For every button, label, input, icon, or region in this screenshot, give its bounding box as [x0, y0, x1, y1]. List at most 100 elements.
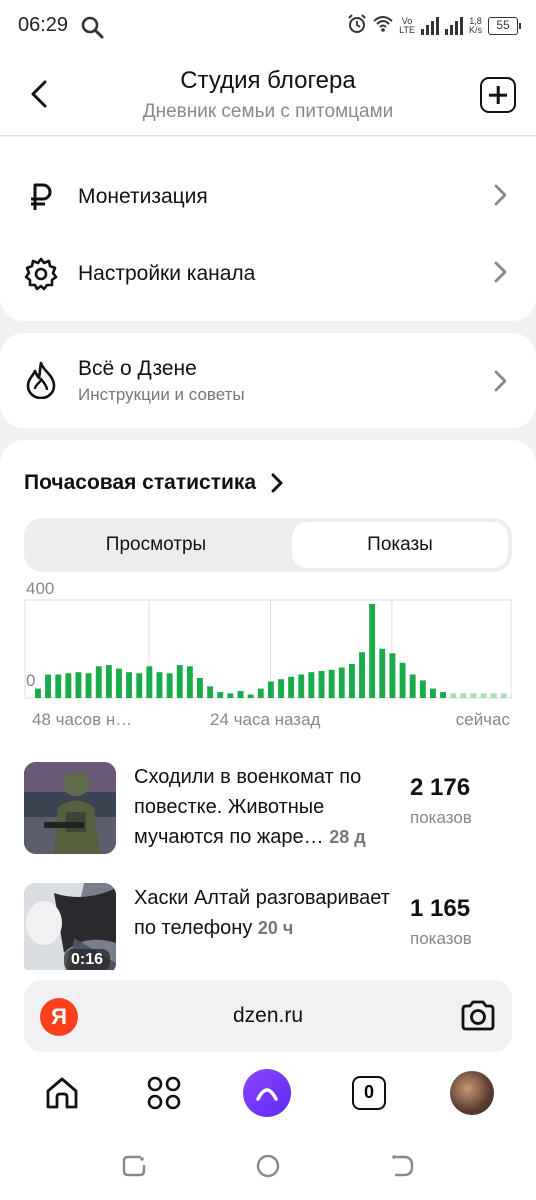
article-item[interactable]: Сходили в военкомат по повестке. Животны… [24, 762, 512, 854]
chart-bar [399, 662, 406, 699]
chart-bar [409, 674, 416, 698]
chart-bar [247, 694, 254, 698]
chart-bar [65, 673, 72, 698]
article-title: Хаски Алтай разговаривает по телефону 20… [134, 883, 398, 943]
signal-icon-2 [444, 16, 463, 35]
camera-icon[interactable] [458, 996, 498, 1036]
chart-bar [156, 672, 163, 698]
channel-name: Дневник семьи с питомцами [142, 101, 394, 122]
y-tick-label: 400 [26, 579, 54, 598]
wifi-icon [373, 15, 393, 36]
chart-bar [298, 674, 305, 698]
about-dzen-card[interactable]: Всё о Дзене Инструкции и советы [0, 333, 536, 428]
chart-bar [430, 688, 436, 698]
chart-bar [45, 674, 51, 698]
chevron-right-icon [492, 260, 508, 289]
article-age: 28 д [329, 827, 366, 847]
chart-bar [116, 668, 122, 698]
chart-bar [237, 691, 244, 698]
chart-bar [75, 672, 82, 698]
article-impressions-unit: показов [410, 808, 472, 827]
article-item[interactable]: 0:16 Хаски Алтай разговаривает по телефо… [24, 883, 512, 975]
signal-icon [420, 16, 439, 35]
chart-bar [349, 663, 355, 698]
hourly-stats-card: Почасовая статистика Просмотры Показы 40… [0, 440, 536, 980]
menu-item-label: Всё о Дзене [78, 357, 197, 380]
page-title: Студия блогера [180, 67, 356, 94]
browser-bottom-panel: Я dzen.ru 0 [0, 970, 536, 1200]
home-circle-icon[interactable] [254, 1152, 282, 1185]
chart-bar [379, 648, 386, 698]
recents-icon[interactable] [120, 1152, 148, 1185]
chart-bar [257, 688, 264, 698]
search-icon [80, 15, 104, 44]
chart-bar [318, 671, 325, 698]
url-text[interactable]: dzen.ru [24, 1004, 512, 1028]
network-type: Vo LTE [399, 16, 415, 35]
y-tick-label: 0 [26, 671, 35, 690]
chart-bar [440, 692, 446, 698]
alice-assistant-icon[interactable] [243, 1069, 291, 1117]
chart-bar [227, 693, 234, 698]
tab-views[interactable]: Просмотры [48, 522, 264, 568]
video-thumbnail: 0:16 [24, 883, 116, 975]
chart-bar [308, 672, 315, 698]
tabs-counter-button[interactable]: 0 [346, 1070, 392, 1116]
x-label-end: сейчас [455, 710, 510, 729]
gear-icon [22, 255, 60, 293]
chart-bar [389, 653, 396, 698]
menu-item-monetization[interactable]: Монетизация [0, 167, 536, 227]
article-title: Сходили в военкомат по повестке. Животны… [134, 762, 398, 852]
services-grid-icon[interactable] [141, 1070, 187, 1116]
add-button[interactable] [480, 77, 516, 113]
menu-item-about[interactable]: Всё о Дзене Инструкции и советы [0, 333, 536, 428]
address-bar[interactable]: Я dzen.ru [24, 980, 512, 1052]
article-thumbnail [24, 762, 116, 854]
x-label-middle: 24 часа назад [210, 710, 321, 729]
app-header: Студия блогера Дневник семьи с питомцами [0, 54, 536, 136]
chart-bar [369, 604, 376, 698]
menu-item-channel-settings[interactable]: Настройки канала [0, 244, 536, 304]
stats-title: Почасовая статистика [24, 471, 257, 494]
back-nav-icon[interactable] [388, 1152, 416, 1185]
chevron-right-icon [492, 183, 508, 212]
article-impressions-count: 1 165 [410, 895, 471, 922]
system-navigation [0, 1140, 536, 1190]
alice-button[interactable] [243, 1069, 291, 1117]
x-label-start: 48 часов н… [32, 710, 133, 729]
chart-bar [35, 688, 41, 698]
chart-bar [126, 672, 132, 698]
chart-bar [450, 693, 457, 698]
tab-impressions[interactable]: Показы [292, 522, 508, 568]
article-title-text: Сходили в военкомат по повестке. Животны… [134, 766, 362, 848]
flame-icon [22, 361, 60, 399]
chart-bar [186, 666, 193, 698]
speed-unit: K/s [468, 24, 482, 35]
chart-bar [136, 673, 143, 698]
chart-bar [500, 693, 507, 698]
chart-bar [267, 681, 274, 698]
chart-bar [217, 692, 224, 698]
chart-bar [470, 693, 477, 698]
chart-bar [176, 665, 183, 698]
settings-card: Монетизация Настройки канала [0, 137, 536, 321]
chart-bar [95, 666, 102, 698]
lte-label: LTE [399, 24, 415, 35]
network-speed: 1,8 K/s [468, 16, 482, 35]
stats-title-link[interactable]: Почасовая статистика [24, 471, 284, 495]
chart-bar [146, 666, 153, 698]
avatar[interactable] [450, 1071, 494, 1115]
article-impressions-count: 2 176 [410, 774, 471, 801]
menu-item-label: Монетизация [78, 185, 208, 208]
chart-bar [480, 693, 487, 698]
tabs-count: 0 [352, 1076, 386, 1110]
chart-bar [419, 680, 426, 698]
profile-avatar[interactable] [449, 1070, 495, 1116]
chart-bar [460, 693, 467, 698]
alarm-icon [347, 14, 367, 37]
chevron-right-icon [271, 473, 283, 493]
menu-item-label: Настройки канала [78, 262, 256, 285]
home-icon[interactable] [39, 1070, 85, 1116]
chart-bar [278, 679, 284, 698]
chart-bar [490, 693, 497, 698]
